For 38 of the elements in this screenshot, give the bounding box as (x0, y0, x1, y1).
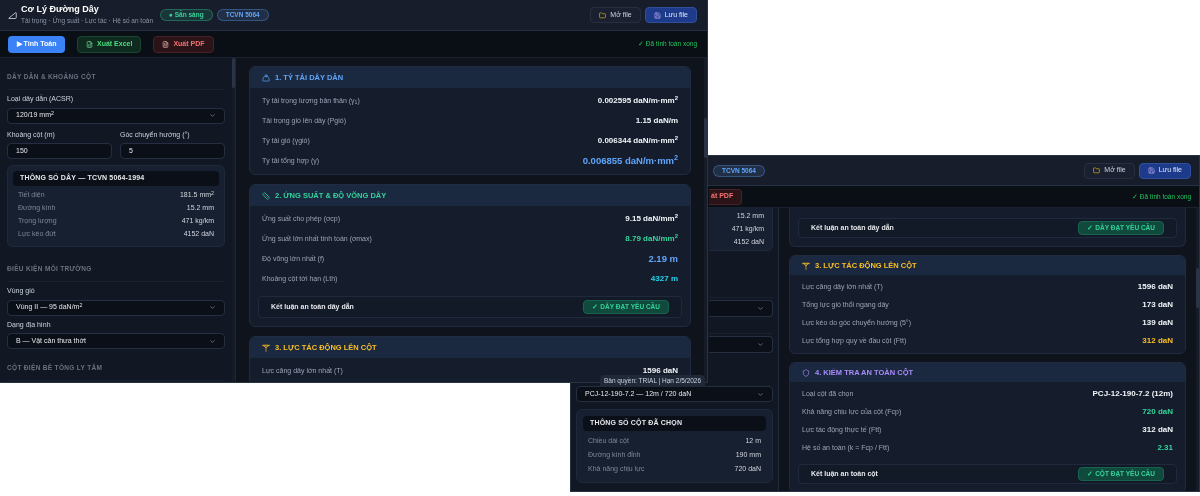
scrollbar[interactable] (1196, 208, 1199, 491)
result-value: 139 daN (1142, 317, 1173, 329)
result-value: 1596 daN (1137, 281, 1173, 293)
result-value: 312 daN (1142, 335, 1173, 347)
folder-icon (1093, 167, 1101, 174)
document-icon (162, 40, 170, 48)
caret-icon (757, 390, 764, 398)
ruler-icon (262, 191, 270, 200)
weight-icon (262, 73, 270, 82)
result-value: 2.19 m (648, 251, 678, 266)
dropdown-select[interactable] (709, 336, 773, 353)
result-value: PCJ-12-190-7.2 (12m) (1092, 388, 1173, 400)
caret-icon (209, 304, 216, 311)
caret-icon (757, 341, 764, 348)
result-value: 0.002595 daN/m·mm$^{2}$ (597, 95, 678, 107)
result-value: 4327 m (650, 273, 678, 285)
caret-icon (209, 112, 216, 119)
result-value: 0.006855 daN/m·mm$^{2}$ (582, 153, 678, 168)
utility-pole-icon (802, 261, 810, 270)
result-value: 0.006344 daN/m·mm$^{2}$ (597, 135, 678, 147)
result-value: 2.31 (1157, 442, 1173, 454)
folder-icon (599, 11, 607, 19)
result-value: 312 daN (1142, 424, 1173, 436)
result-value: 9.15 daN/mm$^{2}$ (625, 213, 678, 225)
app-title: Cơ Lý Đường Dây (21, 4, 100, 14)
ruler-triangle-icon (8, 10, 17, 20)
spreadsheet-icon (86, 40, 93, 48)
result-value: 173 daN (1142, 299, 1173, 311)
result-value: 1596 daN (642, 365, 678, 377)
caret-icon (757, 305, 764, 312)
scrollbar[interactable] (704, 58, 707, 382)
dropdown-select[interactable] (709, 300, 773, 317)
shield-icon (802, 368, 810, 377)
result-value: 8.79 daN/mm$^{2}$ (625, 233, 678, 245)
result-value: 720 daN (1142, 406, 1173, 418)
caret-icon (209, 337, 216, 345)
utility-pole-icon (262, 343, 270, 352)
result-value: 1.15 daN/m (635, 115, 678, 127)
